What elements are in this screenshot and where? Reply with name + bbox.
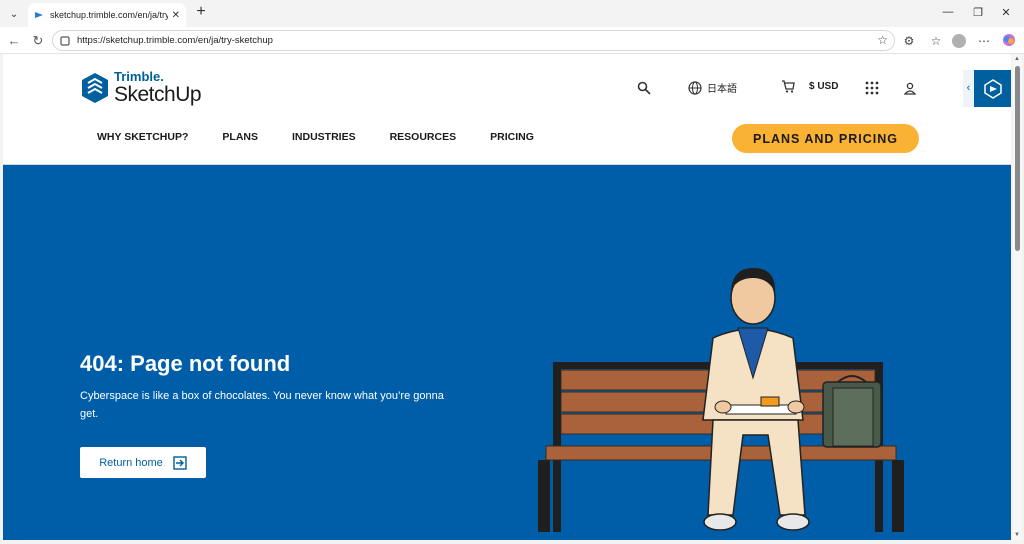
nav-pricing[interactable]: PRICING xyxy=(490,131,534,143)
sketchup-logo[interactable]: Trimble. SketchUp xyxy=(80,69,210,109)
profile-avatar[interactable] xyxy=(952,34,966,48)
nav-plans[interactable]: PLANS xyxy=(222,131,258,143)
reload-icon[interactable]: ↻ xyxy=(30,33,46,49)
page-scrollbar[interactable]: ▲ ▼ xyxy=(1013,54,1022,540)
language-label: 日本語 xyxy=(707,84,737,95)
tab-close-icon[interactable]: ✕ xyxy=(172,10,180,21)
extensions-icon[interactable]: ⚙ xyxy=(901,33,917,49)
nav-resources[interactable]: RESOURCES xyxy=(390,131,457,143)
chevron-left-icon[interactable]: ‹ xyxy=(963,70,974,107)
apps-grid-icon[interactable] xyxy=(865,81,879,95)
error-hero: 404: Page not found Cyberspace is like a… xyxy=(3,164,1011,540)
main-nav: WHY SKETCHUP? PLANS INDUSTRIES RESOURCES… xyxy=(97,131,568,143)
error-message: Cyberspace is like a box of chocolates. … xyxy=(80,390,444,420)
tab-title: sketchup.trimble.com/en/ja/try-sketchup xyxy=(50,10,168,20)
url-text: https://sketchup.trimble.com/en/ja/try-s… xyxy=(77,35,273,46)
plans-and-pricing-button[interactable]: PLANS AND PRICING xyxy=(732,124,919,153)
return-home-button[interactable]: Return home xyxy=(80,447,206,478)
new-tab-button[interactable]: + xyxy=(193,4,209,21)
currency-label: $ USD xyxy=(809,81,839,92)
man-on-bench-illustration xyxy=(538,268,904,532)
scroll-up-icon[interactable]: ▲ xyxy=(1014,56,1020,62)
back-icon[interactable]: ← xyxy=(6,33,22,49)
restore-icon[interactable]: ❐ xyxy=(970,6,986,19)
cart-currency[interactable]: $ USD xyxy=(781,80,838,93)
sketchup-logo-icon xyxy=(82,73,108,103)
side-panel-tab[interactable]: ‹ xyxy=(963,70,1011,107)
favorites-icon[interactable]: ☆ xyxy=(928,33,944,49)
address-bar[interactable]: https://sketchup.trimble.com/en/ja/try-s… xyxy=(52,30,895,51)
close-window-icon[interactable]: ✕ xyxy=(998,6,1014,19)
scroll-down-icon[interactable]: ▼ xyxy=(1014,532,1020,538)
brand-trimble: Trimble. xyxy=(114,69,164,84)
sketchup-favicon-icon xyxy=(35,12,43,18)
search-icon[interactable] xyxy=(637,81,651,95)
language-selector[interactable]: 日本語 xyxy=(688,80,737,95)
globe-icon xyxy=(688,80,702,95)
browser-toolbar: ← ↻ https://sketchup.trimble.com/en/ja/t… xyxy=(0,27,1024,54)
brand-sketchup: SketchUp xyxy=(114,83,202,106)
user-account-icon[interactable] xyxy=(904,82,916,95)
scrollbar-thumb[interactable] xyxy=(1015,66,1020,251)
page-viewport: Trimble. SketchUp 日本語 $ USD ‹ WHY SKETCH… xyxy=(3,54,1011,540)
browser-tab[interactable]: sketchup.trimble.com/en/ja/try-sketchup … xyxy=(28,3,186,27)
cart-icon xyxy=(782,80,795,93)
more-menu-icon[interactable]: ⋯ xyxy=(976,33,992,49)
copilot-icon[interactable] xyxy=(1001,33,1017,49)
site-info-icon[interactable] xyxy=(59,35,71,47)
browser-tab-bar: ⌄ sketchup.trimble.com/en/ja/try-sketchu… xyxy=(0,0,1024,27)
tab-actions-chevron-icon[interactable]: ⌄ xyxy=(5,5,23,23)
sketchup-badge-icon xyxy=(983,78,1002,99)
nav-industries[interactable]: INDUSTRIES xyxy=(292,131,356,143)
error-title: 404: Page not found xyxy=(80,351,291,376)
side-panel-logo[interactable] xyxy=(974,70,1011,107)
favorite-star-icon[interactable]: ☆ xyxy=(877,33,888,47)
minimize-icon[interactable]: — xyxy=(940,6,956,18)
return-home-label: Return home xyxy=(99,456,163,469)
nav-why-sketchup[interactable]: WHY SKETCHUP? xyxy=(97,131,188,143)
arrow-into-box-icon xyxy=(173,455,187,470)
